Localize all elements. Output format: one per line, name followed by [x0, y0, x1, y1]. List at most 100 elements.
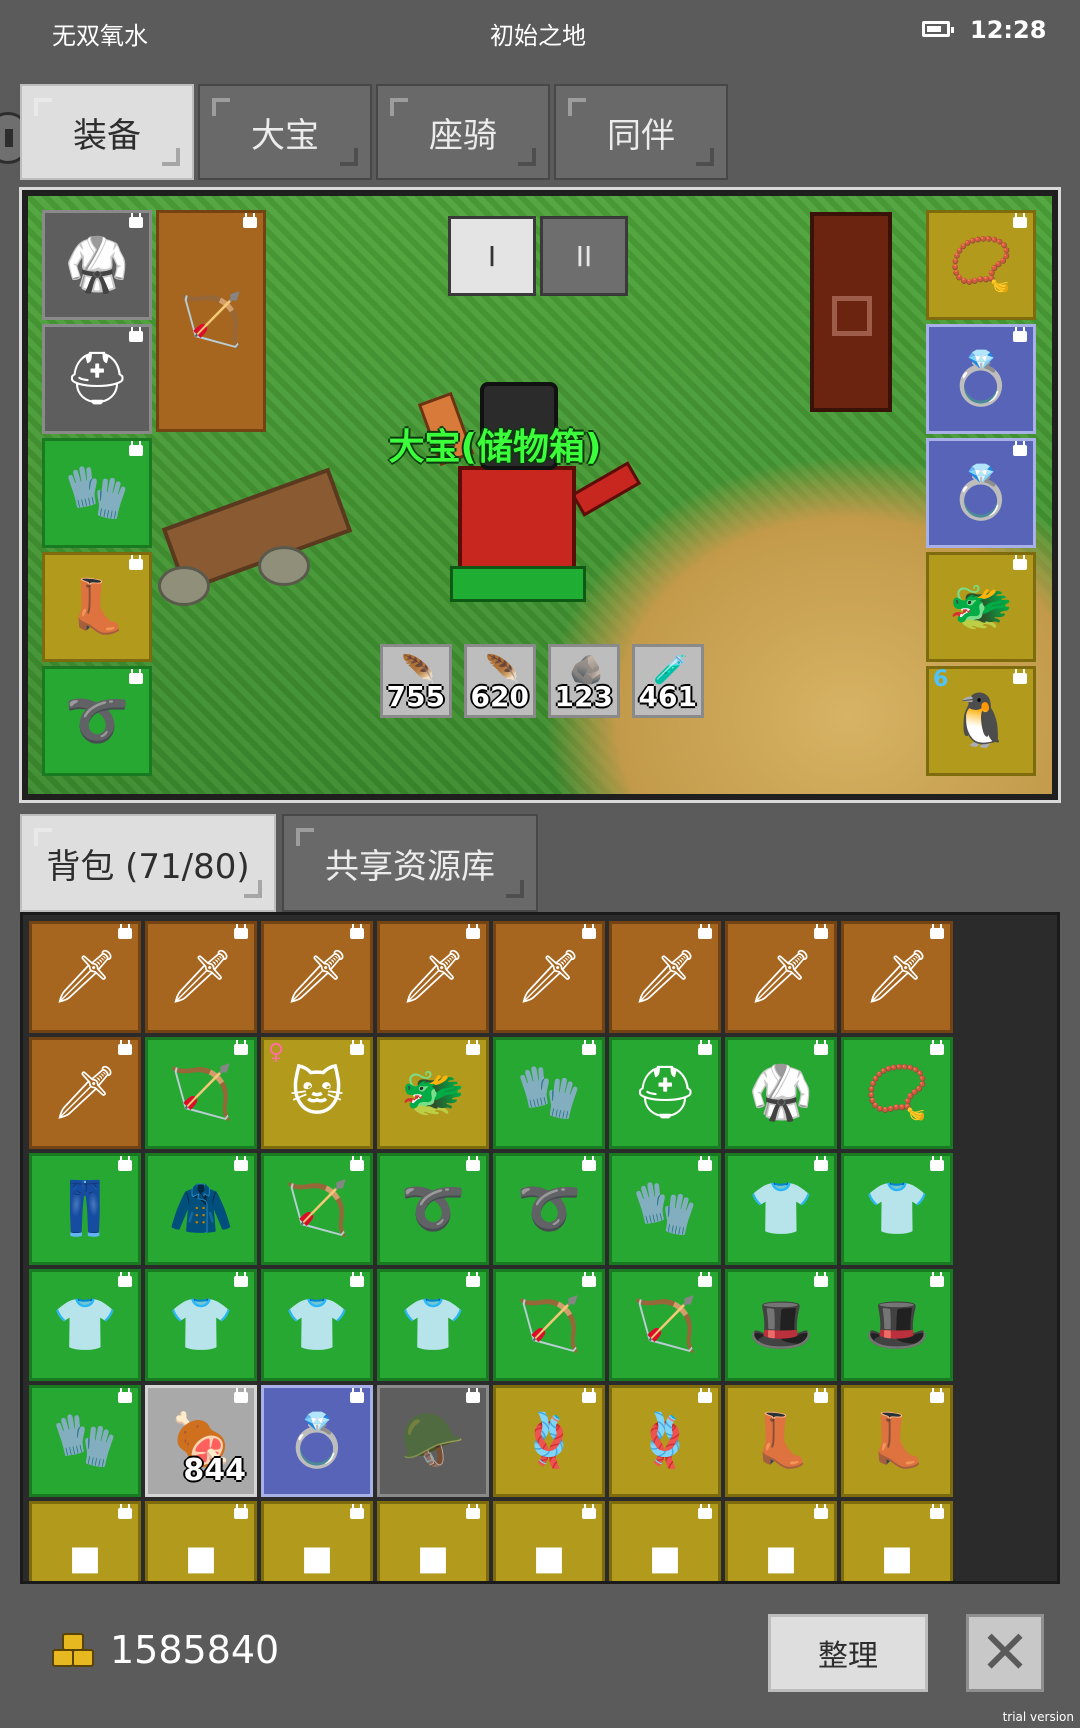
inventory-slot[interactable]: 🪖 [377, 1385, 489, 1497]
horned-amulet-icon: 📿 [948, 235, 1014, 295]
lock-icon [814, 924, 828, 939]
inventory-slot[interactable]: 🍖 844 [145, 1385, 257, 1497]
page-button-1[interactable]: I [448, 216, 536, 296]
tab-mount[interactable]: 座骑 [376, 84, 550, 180]
tab-backpack[interactable]: 背包 (71/80) [20, 814, 276, 912]
inventory-slot[interactable]: 🗡 [29, 921, 141, 1033]
inventory-slot[interactable]: 🗡 [145, 921, 257, 1033]
lock-icon [930, 1504, 944, 1519]
inventory-slot[interactable]: ▪ [841, 1501, 953, 1581]
inventory-slot[interactable]: 👕 [29, 1269, 141, 1381]
equip-slot-boots[interactable]: 👢 [42, 552, 152, 662]
lock-icon [350, 924, 364, 939]
inventory-slot[interactable]: 🧤 [29, 1385, 141, 1497]
dark-bow-icon: 🏹 [284, 1179, 350, 1239]
inventory-slot[interactable]: ▪ [29, 1501, 141, 1581]
red-bow-icon: 🏹 [178, 291, 244, 351]
lock-icon [466, 1156, 480, 1171]
inventory-slot[interactable]: 🏹 [145, 1037, 257, 1149]
equip-slot-armor[interactable]: 🥋 [42, 210, 152, 320]
inventory-slot[interactable]: 🥋 [725, 1037, 837, 1149]
equip-slot-mount-helm[interactable]: 🐲 [926, 552, 1036, 662]
inventory-slot[interactable]: 🎩 [725, 1269, 837, 1381]
inventory-slot[interactable]: 👕 [145, 1269, 257, 1381]
inventory-slot[interactable]: 🗡 [725, 921, 837, 1033]
inventory-slot[interactable]: 🗡 [29, 1037, 141, 1149]
dark-boots-icon: 👢 [864, 1411, 930, 1471]
tab-dabao[interactable]: 大宝 [198, 84, 372, 180]
purple-hat-icon: 🎩 [748, 1295, 814, 1355]
red-ring-icon: 💍 [948, 463, 1014, 523]
page-button-2[interactable]: II [540, 216, 628, 296]
lock-icon [466, 1504, 480, 1519]
inventory-slot[interactable]: 🗡 [609, 921, 721, 1033]
close-x-icon: ✕ [979, 1618, 1031, 1688]
blue-belt-icon: ➰ [516, 1179, 582, 1239]
lock-icon [118, 1504, 132, 1519]
equip-slot-weapon[interactable]: 🏹 [156, 210, 266, 432]
tab-companion[interactable]: 同伴 [554, 84, 728, 180]
equip-slot-gloves[interactable]: 🧤 [42, 438, 152, 548]
tab-shared-storage[interactable]: 共享资源库 [282, 814, 538, 912]
inventory-slot[interactable]: 👖 [29, 1153, 141, 1265]
inventory-slot[interactable]: 🧥 [145, 1153, 257, 1265]
inventory-slot[interactable]: ⛑ [609, 1037, 721, 1149]
equip-slot-belt[interactable]: ➰ [42, 666, 152, 776]
inventory-slot[interactable]: 🏹 [493, 1269, 605, 1381]
inventory-slot[interactable]: ➰ [493, 1153, 605, 1265]
inventory-slot[interactable]: ▪ [377, 1501, 489, 1581]
sort-button[interactable]: 整理 [768, 1614, 928, 1692]
golden-sword-icon: 🗡 [631, 947, 698, 1007]
inventory-slot[interactable]: 🗡 [841, 921, 953, 1033]
golden-sword-icon: 🗡 [51, 1063, 118, 1123]
equip-slot-ring-2[interactable]: 💍 [926, 438, 1036, 548]
equip-slot-helmet[interactable]: ⛑ [42, 324, 152, 434]
lock-icon [930, 924, 944, 939]
close-button[interactable]: ✕ [966, 1614, 1044, 1692]
lock-icon [129, 669, 143, 684]
inventory-slot[interactable]: 🏹 [609, 1269, 721, 1381]
equip-slot-pet[interactable]: 6 🐧 [926, 666, 1036, 776]
unknown-item-icon: ▪ [299, 1527, 335, 1584]
inventory-slot[interactable]: 🐲 [377, 1037, 489, 1149]
inventory-slot[interactable]: ♀ 🐱 [261, 1037, 373, 1149]
inventory-slot[interactable]: 👢 [725, 1385, 837, 1497]
inventory-slot[interactable]: 🗡 [493, 921, 605, 1033]
inventory-slot[interactable]: ▪ [609, 1501, 721, 1581]
inventory-slot[interactable]: 👕 [261, 1269, 373, 1381]
lock-icon [466, 1040, 480, 1055]
inventory-slot[interactable]: 🏹 [261, 1153, 373, 1265]
lock-icon [930, 1156, 944, 1171]
lock-icon [129, 327, 143, 342]
inventory-slot[interactable]: ▪ [725, 1501, 837, 1584]
inventory-slot[interactable]: 👕 [377, 1269, 489, 1381]
inventory-slot[interactable]: 🧤 [493, 1037, 605, 1149]
inventory-slot[interactable]: 🎩 [841, 1269, 953, 1381]
equip-slot-ring-1[interactable]: 💍 [926, 324, 1036, 434]
inventory-slot[interactable]: 🪢 [609, 1385, 721, 1497]
golden-sword-icon: 🗡 [863, 947, 930, 1007]
horned-helmet-icon: 🪖 [400, 1411, 466, 1471]
equip-slot-amulet[interactable]: 📿 [926, 210, 1036, 320]
inventory-slot[interactable]: ▪ [145, 1501, 257, 1581]
inventory-slot[interactable]: ▪ [493, 1501, 605, 1581]
lock-icon [698, 1388, 712, 1403]
inventory-slot[interactable]: 👕 [725, 1153, 837, 1265]
tab-equipment[interactable]: 装备 [20, 84, 194, 180]
inventory-slot[interactable]: 🪢 [493, 1385, 605, 1497]
lock-icon [930, 1040, 944, 1055]
inventory-slot[interactable]: 📿 [841, 1037, 953, 1149]
inventory-slot[interactable]: 👢 [841, 1385, 953, 1497]
lock-icon [129, 555, 143, 570]
inventory-slot[interactable]: 🗡 [377, 921, 489, 1033]
inventory-slot[interactable]: 👕 [841, 1153, 953, 1265]
inventory-slot[interactable]: ➰ [377, 1153, 489, 1265]
lock-icon [1013, 441, 1027, 456]
inventory-slot[interactable]: 💍 [261, 1385, 373, 1497]
inventory-grid[interactable]: 🗡 🗡 🗡 🗡 🗡 🗡 🗡 🗡 🗡 🏹 ♀ 🐱 🐲 🧤 ⛑ 🥋 📿 👖 🧥 🏹 ➰ ➰ 🧤 👕 👕 👕 👕 👕 👕 🏹 🏹 🎩 🎩 🧤 🍖 844 💍 🪖… [20, 912, 1060, 1584]
inventory-slot[interactable]: 🧤 [609, 1153, 721, 1265]
inventory-slot[interactable]: 🗡 [261, 921, 373, 1033]
lock-icon [118, 924, 132, 939]
unknown-item-icon: ▪ [763, 1527, 799, 1584]
inventory-slot[interactable]: ▪ [261, 1501, 373, 1584]
